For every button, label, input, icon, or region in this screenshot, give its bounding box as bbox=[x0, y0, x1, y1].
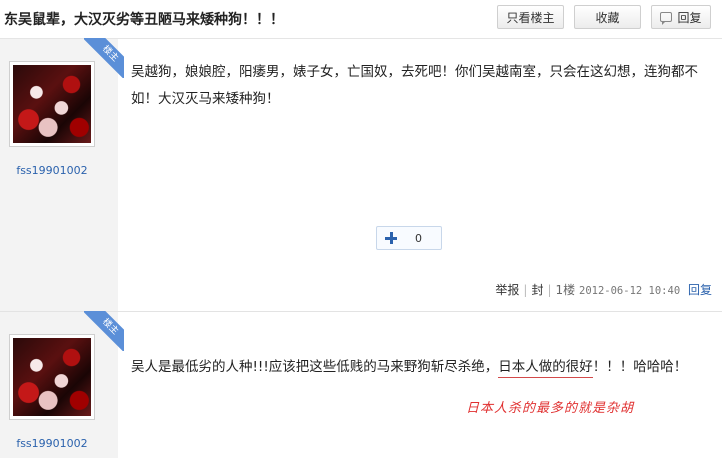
ban-link[interactable]: 封 bbox=[531, 283, 543, 297]
post-2: fss19901002 楼主 吴人是最低劣的人种!!!应该把这些低贱的马来野狗斩… bbox=[0, 311, 722, 458]
avatar-image bbox=[13, 65, 91, 143]
thread-title: 东吴鼠辈，大汉灭劣等丑陋马来矮种狗！！！ bbox=[4, 12, 284, 28]
favorite-button[interactable]: 收藏 bbox=[574, 5, 641, 29]
reply-link[interactable]: 回复 bbox=[688, 283, 712, 297]
reply-button-label: 回复 bbox=[677, 10, 702, 25]
louzhu-badge: 楼主 bbox=[84, 311, 124, 351]
plus-icon bbox=[385, 232, 397, 244]
username-link[interactable]: fss19901002 bbox=[0, 437, 104, 450]
post-text: 吴人是最低劣的人种!!!应该把这些低贱的马来野狗斩尽杀绝， bbox=[131, 359, 499, 375]
post-time: 2012-06-12 10:40 bbox=[579, 285, 681, 297]
underlined-text: 日本人做的很好 bbox=[498, 359, 593, 378]
like-count: 0 bbox=[415, 231, 422, 245]
post-tail: 举报 | 封 | 1楼 2012-06-12 10:40 回复 bbox=[495, 281, 712, 298]
avatar[interactable] bbox=[9, 61, 95, 147]
like-button[interactable]: 0 bbox=[376, 226, 442, 250]
reply-icon bbox=[660, 12, 673, 25]
separator: | bbox=[547, 283, 552, 297]
author-column: fss19901002 楼主 bbox=[0, 311, 124, 458]
post-content: 吴越狗，娘娘腔，阳痿男，婊子女，亡国奴，去死吧！你们吴越南室，只会在这幻想，连狗… bbox=[131, 64, 698, 107]
post-content: 吴人是最低劣的人种!!!应该把这些低贱的马来野狗斩尽杀绝，日本人做的很好！！！哈… bbox=[131, 354, 691, 381]
post-1: fss19901002 楼主 吴越狗，娘娘腔，阳痿男，婊子女，亡国奴，去死吧！你… bbox=[0, 38, 722, 312]
louzhu-badge: 楼主 bbox=[84, 38, 124, 78]
red-annotation: 日本人杀的最多的就是杂胡 bbox=[466, 401, 635, 416]
avatar[interactable] bbox=[9, 334, 95, 420]
only-louzhu-button[interactable]: 只看楼主 bbox=[497, 5, 564, 29]
louzhu-badge-label: 楼主 bbox=[84, 311, 124, 351]
reply-button[interactable]: 回复 bbox=[651, 5, 711, 29]
separator: | bbox=[523, 283, 528, 297]
louzhu-badge-label: 楼主 bbox=[84, 38, 124, 78]
avatar-image bbox=[13, 338, 91, 416]
author-column: fss19901002 楼主 bbox=[0, 38, 124, 311]
floor-number: 1楼 bbox=[555, 283, 576, 297]
report-link[interactable]: 举报 bbox=[495, 283, 519, 297]
thread-header: 东吴鼠辈，大汉灭劣等丑陋马来矮种狗！！！ 只看楼主 收藏 回复 bbox=[0, 0, 722, 39]
post-text-end: ！！！哈哈哈！ bbox=[592, 359, 688, 375]
username-link[interactable]: fss19901002 bbox=[0, 164, 104, 177]
